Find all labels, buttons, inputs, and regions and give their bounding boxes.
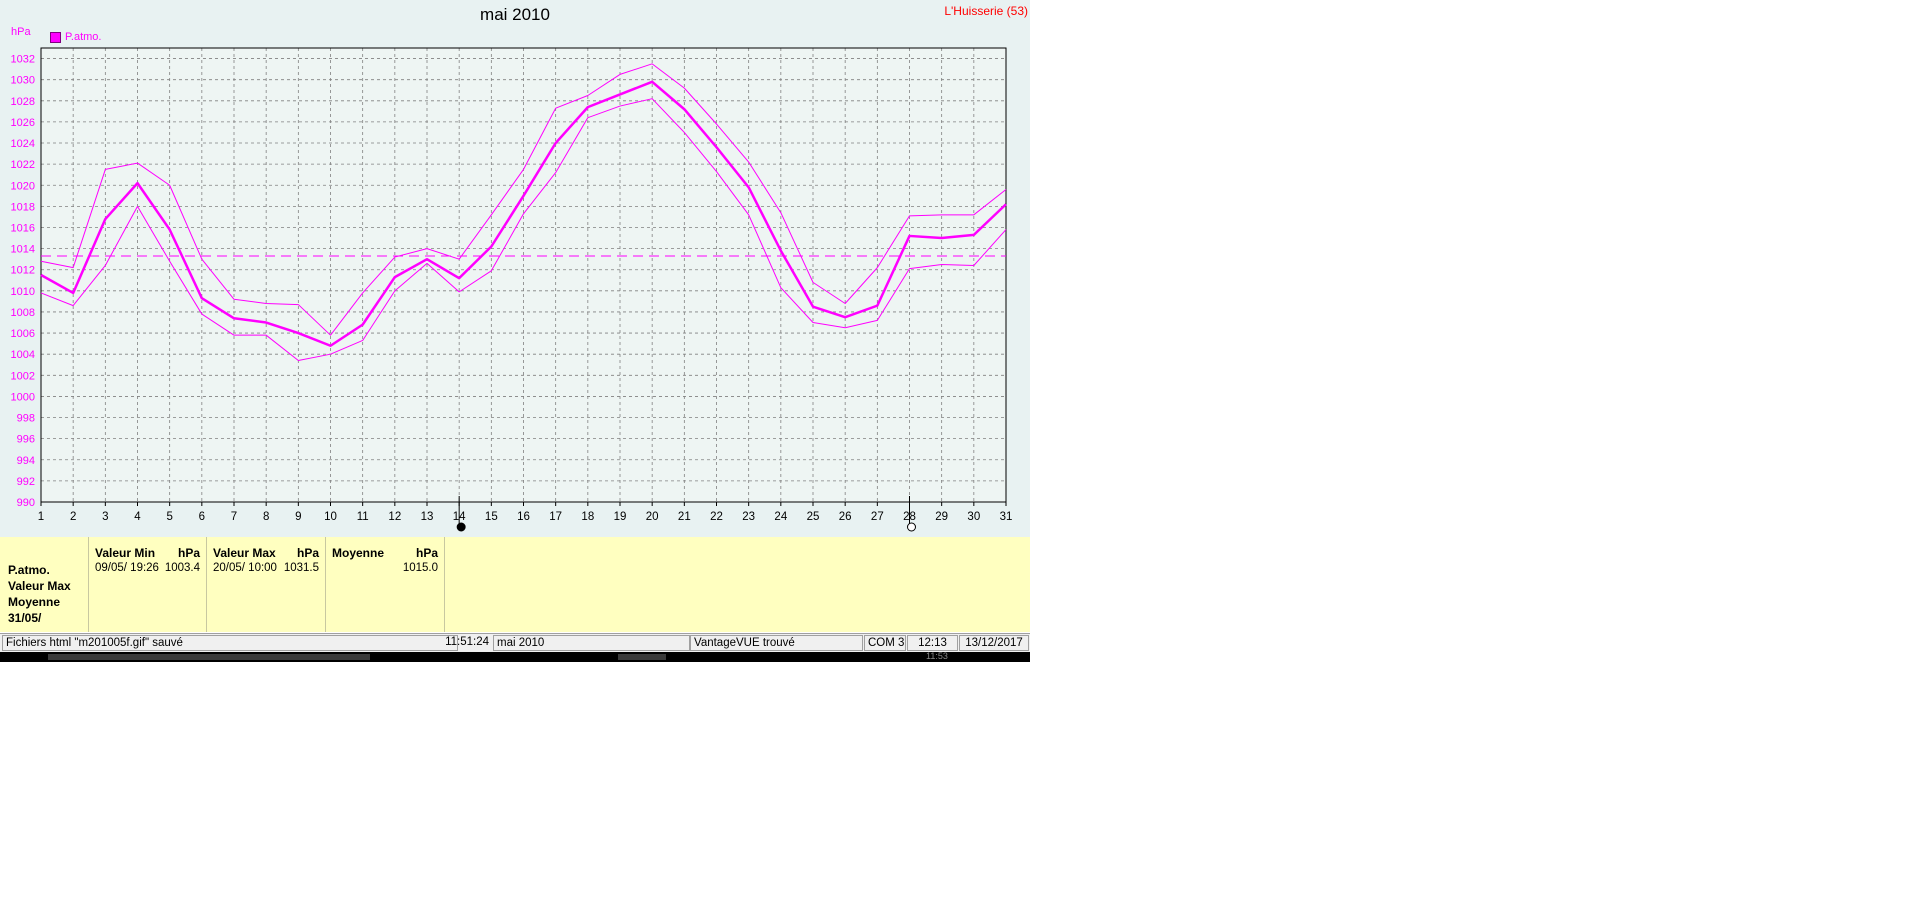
y-tick-label: 1026: [11, 117, 35, 129]
x-tick-label: 5: [166, 511, 172, 523]
status-date: 13/12/2017: [959, 635, 1029, 651]
x-tick-label: 23: [742, 511, 755, 523]
chart-area: mai 2010 L'Huisserie (53) hPa P.atmo. 99…: [0, 0, 1030, 537]
x-tick-label: 29: [935, 511, 948, 523]
x-tick-label: 20: [646, 511, 659, 523]
stats-min-column: Valeur Min hPa 09/05/ 19:26 1003.4: [89, 537, 207, 632]
stats-label-mean: Moyenne: [8, 595, 61, 609]
taskbar-button[interactable]: [48, 654, 370, 660]
pressure-chart: 9909929949969981000100210041006100810101…: [11, 47, 1013, 532]
y-tick-label: 1018: [11, 201, 35, 213]
x-tick-label: 25: [807, 511, 820, 523]
x-tick-label: 17: [549, 511, 562, 523]
x-tick-label: 18: [581, 511, 594, 523]
full-moon-icon: [907, 522, 916, 532]
stats-labels-column: P.atmo. Valeur Max Moyenne 31/05/: [0, 537, 89, 632]
y-tick-label: 996: [17, 434, 35, 446]
status-message: Fichiers html "m201005f.gif" sauvé: [2, 635, 458, 651]
stats-label-series: P.atmo.: [8, 563, 50, 577]
y-tick-label: 992: [17, 476, 35, 488]
x-tick-label: 24: [774, 511, 787, 523]
y-tick-label: 1008: [11, 307, 35, 319]
taskbar: 11:53: [0, 651, 1030, 662]
stats-max-column: Valeur Max hPa 20/05/ 10:00 1031.5: [207, 537, 326, 632]
status-period: mai 2010: [493, 635, 690, 651]
x-tick-label: 27: [871, 511, 884, 523]
status-port: COM 3: [864, 635, 906, 651]
y-tick-label: 1000: [11, 391, 35, 403]
max-date: 20/05/ 10:00: [213, 562, 277, 574]
y-tick-label: 1002: [11, 370, 35, 382]
x-tick-label: 4: [134, 511, 141, 523]
y-tick-label: 1016: [11, 222, 35, 234]
avg-value: 1015.0: [402, 562, 438, 574]
y-tick-label: 1032: [11, 54, 35, 66]
max-value: 1031.5: [283, 562, 319, 574]
y-tick-label: 1010: [11, 286, 35, 298]
weather-app-window: mai 2010 L'Huisserie (53) hPa P.atmo. 99…: [0, 0, 1030, 662]
status-device: VantageVUE trouvé: [690, 635, 863, 651]
y-tick-label: 1030: [11, 75, 35, 87]
y-tick-label: 1028: [11, 96, 35, 108]
status-bar: Fichiers html "m201005f.gif" sauvé 11:51…: [0, 633, 1030, 653]
min-date: 09/05/ 19:26: [95, 562, 159, 574]
x-tick-label: 31: [1000, 511, 1013, 523]
avg-header: Moyenne: [332, 546, 385, 560]
x-tick-label: 6: [199, 511, 205, 523]
y-tick-label: 1012: [11, 265, 35, 277]
taskbar-button[interactable]: [618, 654, 666, 660]
y-tick-label: 1014: [11, 244, 35, 256]
y-tick-label: 1024: [11, 138, 35, 150]
min-value: 1003.4: [164, 562, 200, 574]
y-tick-label: 1022: [11, 159, 35, 171]
y-tick-label: 994: [17, 455, 35, 467]
max-unit: hPa: [296, 546, 319, 560]
x-tick-label: 16: [517, 511, 530, 523]
x-tick-label: 30: [967, 511, 980, 523]
x-tick-label: 9: [295, 511, 301, 523]
stats-label-max: Valeur Max: [8, 579, 71, 593]
avg-unit: hPa: [415, 546, 438, 560]
new-moon-icon: [456, 522, 466, 532]
x-tick-label: 1: [38, 511, 44, 523]
max-header: Valeur Max: [213, 546, 276, 560]
y-tick-label: 990: [17, 497, 35, 509]
stats-label-date: 31/05/: [8, 611, 42, 625]
x-tick-label: 26: [839, 511, 852, 523]
stats-panel: P.atmo. Valeur Max Moyenne 31/05/ Valeur…: [0, 537, 1030, 632]
x-tick-label: 2: [70, 511, 76, 523]
x-tick-label: 13: [421, 511, 434, 523]
x-tick-label: 3: [102, 511, 108, 523]
x-tick-label: 8: [263, 511, 269, 523]
x-tick-label: 10: [324, 511, 337, 523]
y-tick-label: 998: [17, 413, 35, 425]
y-tick-label: 1020: [11, 180, 35, 192]
y-tick-label: 1006: [11, 328, 35, 340]
x-tick-label: 11: [357, 511, 369, 523]
x-tick-label: 12: [388, 511, 401, 523]
x-tick-label: 21: [678, 511, 691, 523]
taskbar-clock: 11:53: [926, 651, 948, 661]
status-time: 11:51:24: [445, 636, 489, 648]
stats-avg-column: Moyenne hPa 1015.0: [326, 537, 445, 632]
x-tick-label: 19: [614, 511, 627, 523]
x-tick-label: 7: [231, 511, 237, 523]
status-clock: 12:13: [907, 635, 958, 651]
y-tick-label: 1004: [11, 349, 35, 361]
x-tick-label: 22: [710, 511, 723, 523]
x-tick-label: 15: [485, 511, 498, 523]
min-unit: hPa: [177, 546, 200, 560]
min-header: Valeur Min: [95, 546, 156, 560]
